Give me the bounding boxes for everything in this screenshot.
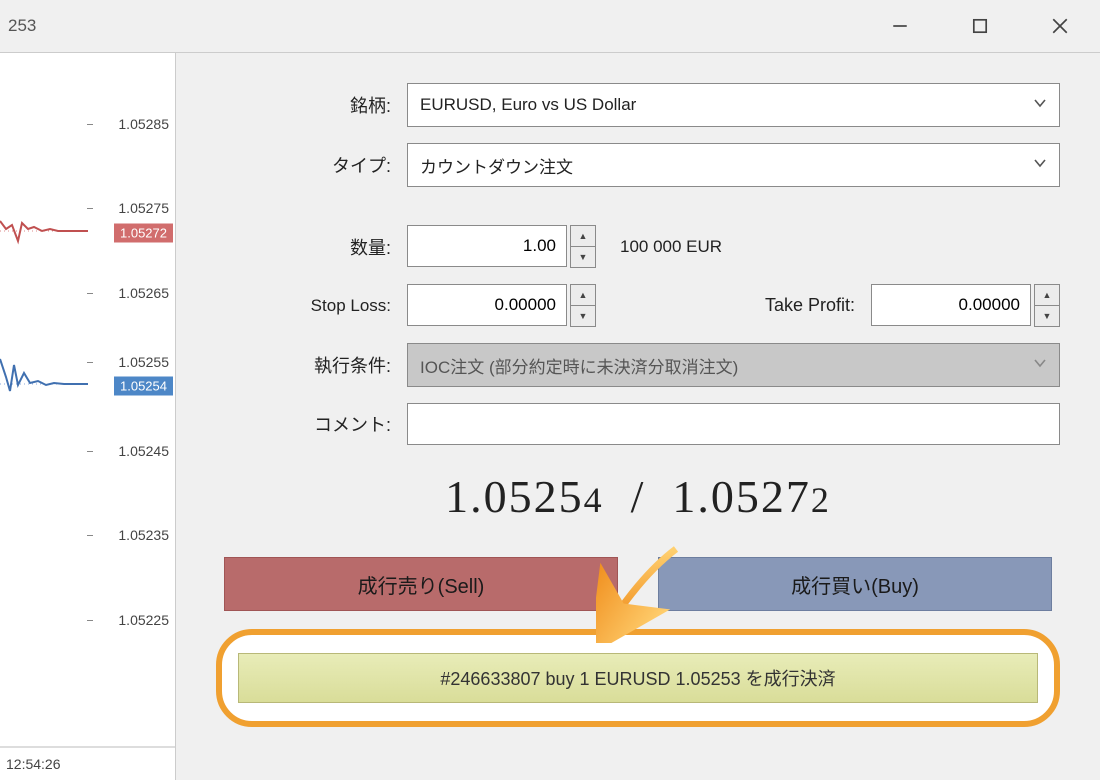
symbol-select[interactable]: EURUSD, Euro vs US Dollar — [407, 83, 1060, 127]
maximize-button[interactable] — [940, 0, 1020, 52]
x-time-label: 12:54:26 — [6, 756, 61, 772]
y-tick: 1.05235 — [118, 527, 169, 543]
bid-line — [0, 359, 88, 391]
volume-unit: 100 000 EUR — [620, 237, 722, 257]
close-position-highlight: #246633807 buy 1 EURUSD 1.05253 を成行決済 — [216, 629, 1060, 727]
type-label: タイプ: — [216, 152, 407, 178]
bid-price-tag: 1.05254 — [114, 377, 173, 396]
take-profit-input[interactable] — [871, 284, 1031, 326]
tp-stepper[interactable]: ▲▼ — [1034, 284, 1060, 327]
volume-label: 数量: — [216, 234, 407, 260]
y-tick: 1.05275 — [118, 200, 169, 216]
bid-ask-display: 1.05254 / 1.05272 — [216, 470, 1060, 523]
minimize-button[interactable] — [860, 0, 940, 52]
tick-chart: 1.05285 1.05275 1.05272 1.05265 1.05255 … — [0, 53, 176, 780]
step-up-icon[interactable]: ▲ — [570, 225, 596, 246]
fill-policy-label: 執行条件: — [216, 352, 407, 378]
sell-buy-row: 成行売り(Sell) 成行買い(Buy) — [216, 557, 1060, 611]
y-tick: 1.05245 — [118, 443, 169, 459]
ask-line — [0, 221, 88, 241]
sl-stepper[interactable]: ▲▼ — [570, 284, 596, 327]
y-tick: 1.05225 — [118, 612, 169, 628]
symbol-value: EURUSD, Euro vs US Dollar — [420, 95, 636, 115]
step-down-icon[interactable]: ▼ — [1034, 305, 1060, 327]
tick-chart-svg — [0, 53, 175, 773]
stop-loss-label: Stop Loss: — [216, 296, 407, 316]
content-area: 1.05285 1.05275 1.05272 1.05265 1.05255 … — [0, 52, 1100, 780]
title-bar: 253 — [0, 0, 1100, 52]
volume-stepper[interactable]: ▲▼ — [570, 225, 596, 268]
fill-policy-select: IOC注文 (部分約定時に未決済分取消注文) — [407, 343, 1060, 387]
take-profit-label: Take Profit: — [765, 295, 871, 316]
type-select[interactable]: カウントダウン注文 — [407, 143, 1060, 187]
y-tick: 1.05265 — [118, 285, 169, 301]
window-title: 253 — [8, 16, 36, 36]
step-down-icon[interactable]: ▼ — [570, 246, 596, 268]
step-up-icon[interactable]: ▲ — [570, 284, 596, 305]
type-value: カウントダウン注文 — [420, 153, 573, 178]
order-window: 253 1.05285 — [0, 0, 1100, 780]
close-icon — [1051, 17, 1069, 35]
volume-input[interactable] — [407, 225, 567, 267]
y-tick: 1.05285 — [118, 116, 169, 132]
maximize-icon — [971, 17, 989, 35]
window-controls — [860, 0, 1100, 52]
minimize-icon — [891, 17, 909, 35]
chevron-down-icon — [1033, 95, 1047, 115]
step-up-icon[interactable]: ▲ — [1034, 284, 1060, 305]
fill-policy-value: IOC注文 (部分約定時に未決済分取消注文) — [420, 353, 738, 378]
chevron-down-icon — [1033, 355, 1047, 375]
comment-input[interactable] — [407, 403, 1060, 445]
order-form: 銘柄: EURUSD, Euro vs US Dollar タイプ: カウントダ… — [176, 53, 1100, 780]
stop-loss-input[interactable] — [407, 284, 567, 326]
symbol-label: 銘柄: — [216, 92, 407, 118]
close-button[interactable] — [1020, 0, 1100, 52]
step-down-icon[interactable]: ▼ — [570, 305, 596, 327]
comment-label: コメント: — [216, 411, 407, 437]
ask-price-tag: 1.05272 — [114, 224, 173, 243]
y-tick: 1.05255 — [118, 354, 169, 370]
chevron-down-icon — [1033, 155, 1047, 175]
sell-button[interactable]: 成行売り(Sell) — [224, 557, 618, 611]
buy-button[interactable]: 成行買い(Buy) — [658, 557, 1052, 611]
close-position-button[interactable]: #246633807 buy 1 EURUSD 1.05253 を成行決済 — [238, 653, 1038, 703]
